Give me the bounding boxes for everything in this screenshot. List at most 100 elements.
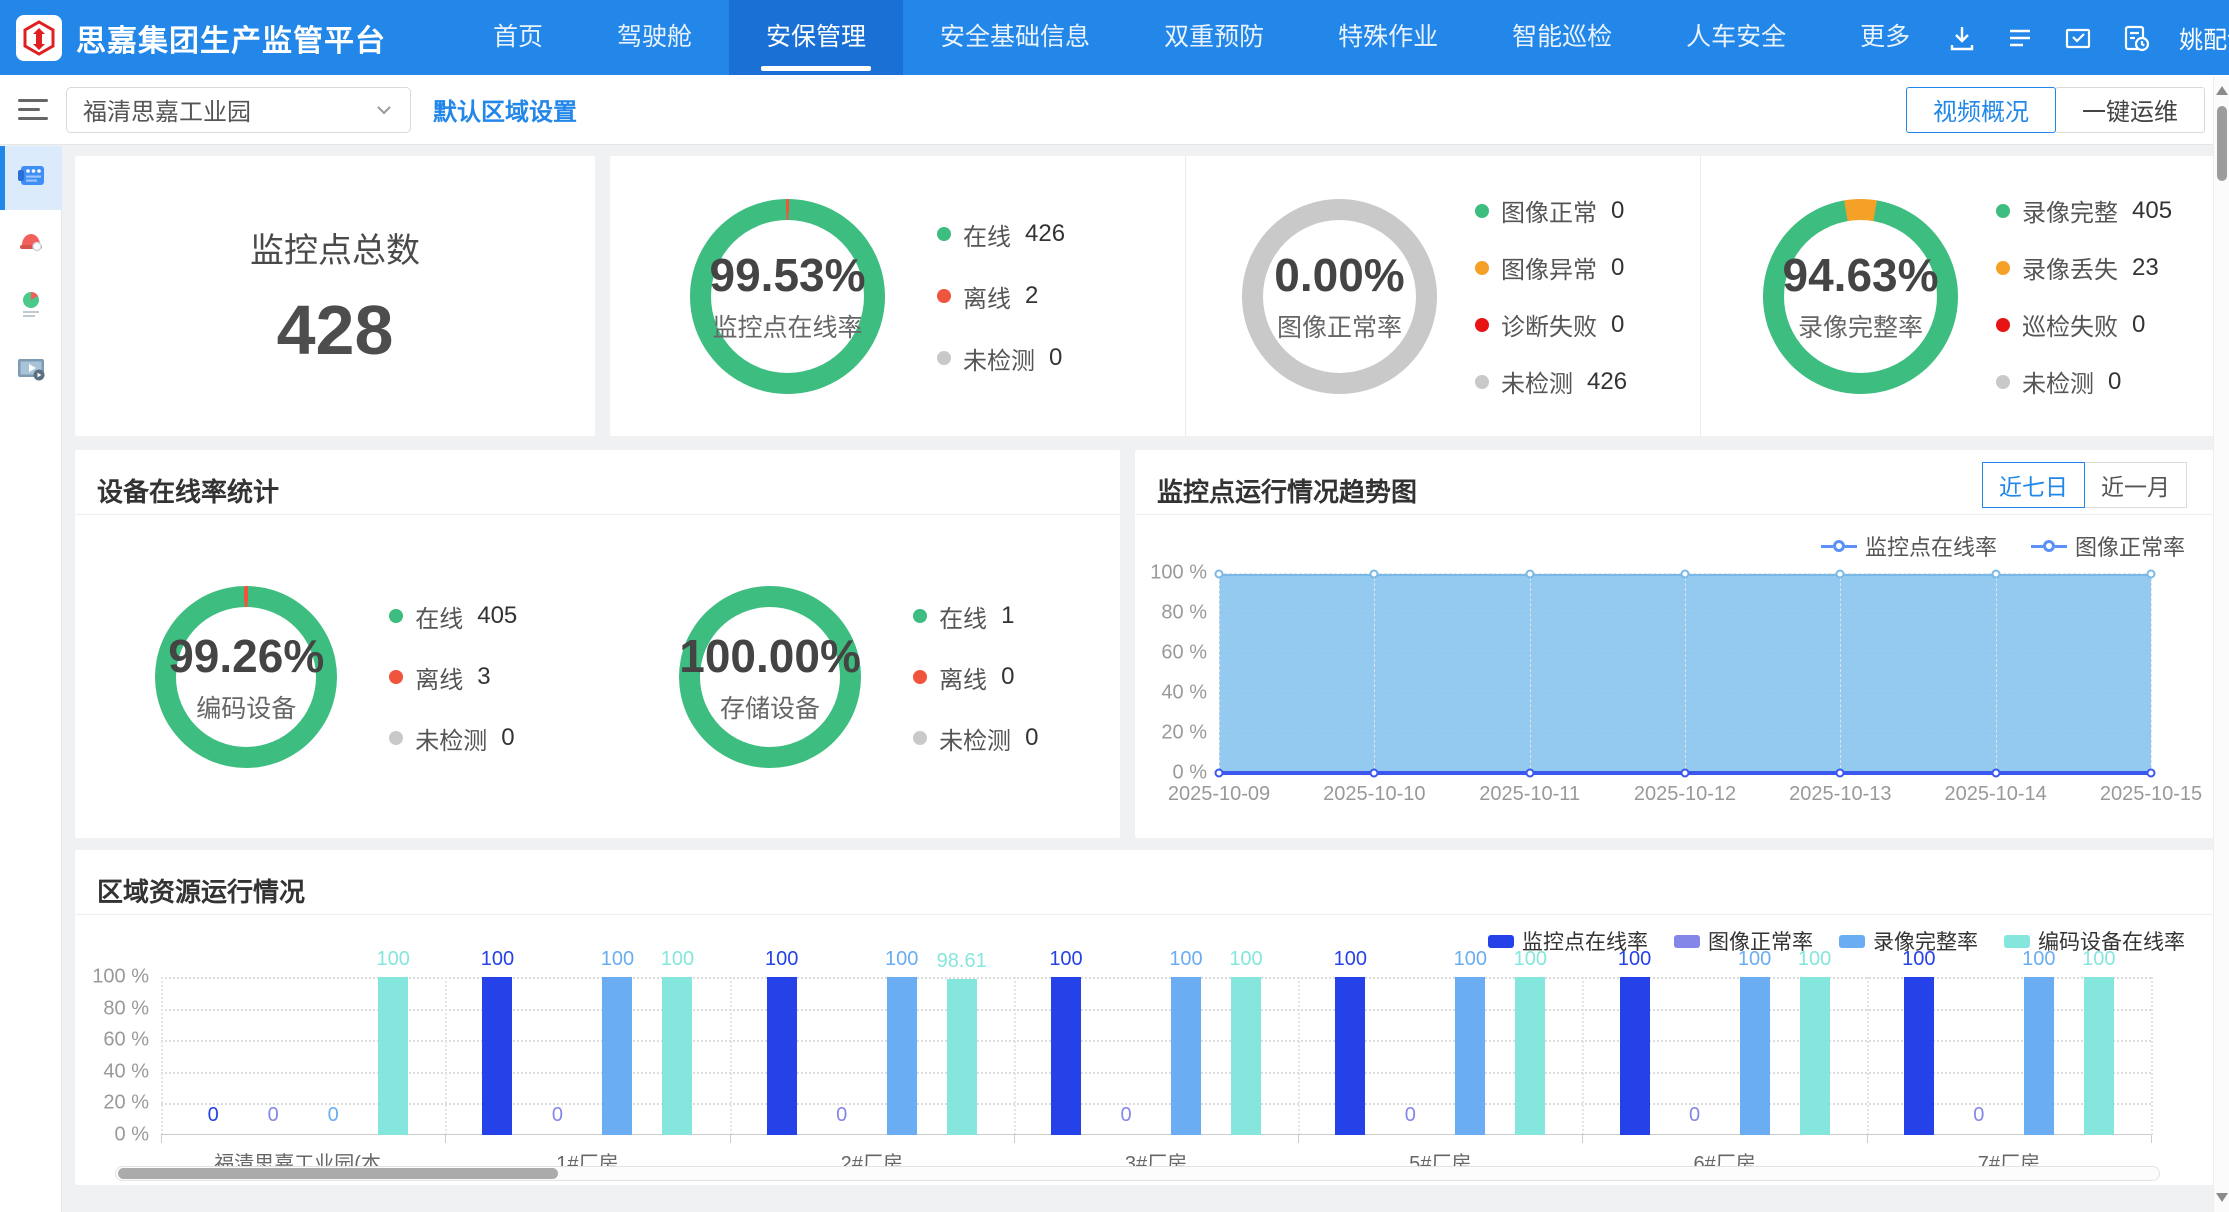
legend-dot-icon — [1475, 261, 1489, 275]
menu-lines-icon[interactable] — [2005, 23, 2035, 53]
legend-value: 2 — [1025, 282, 1038, 310]
legend-name: 图像异常 — [1501, 250, 1597, 285]
bar-1 — [1335, 977, 1365, 1135]
tab-last-month[interactable]: 近一月 — [2084, 462, 2187, 508]
image-rate-point — [1215, 769, 1224, 778]
online-rate-point — [1370, 569, 1379, 578]
nav-item[interactable]: 安全基础信息 — [903, 0, 1127, 75]
collapse-sidebar-icon[interactable] — [18, 93, 48, 126]
nav-item[interactable]: 人车安全 — [1649, 0, 1823, 75]
legend-dot-icon — [1996, 204, 2010, 218]
tab-last-7-days[interactable]: 近七日 — [1982, 462, 2085, 508]
y-axis-tick-label: 80 % — [1161, 602, 1219, 625]
vertical-scrollbar[interactable] — [2213, 76, 2229, 1212]
nav-item[interactable]: 安保管理 — [729, 0, 903, 75]
region-resource-panel: 区域资源运行情况 监控点在线率图像正常率录像完整率编码设备在线率 0 %20 %… — [75, 850, 2215, 1185]
nav-item[interactable]: 更多 — [1823, 0, 1947, 75]
region-select-value: 福清思嘉工业园 — [83, 92, 251, 127]
horizontal-scrollbar[interactable] — [115, 1166, 2160, 1181]
bar-value-label: 100 — [2022, 948, 2055, 971]
kpi-recording-rate-section: 94.63%录像完整率录像完整405录像丢失23巡检失败0未检测0 — [1700, 156, 2215, 436]
donut-percent: 0.00% — [1274, 248, 1404, 302]
y-axis-tick-label: 100 % — [1150, 562, 1219, 585]
legend-name: 图像正常 — [1501, 193, 1597, 228]
donut-legend: 在线426离线2未检测0 — [937, 217, 1065, 376]
x-gridline — [1298, 977, 1300, 1135]
legend-dot-icon — [389, 609, 403, 623]
nav-menu: 首页驾驶舱安保管理安全基础信息双重预防特殊作业智能巡检人车安全更多 — [456, 0, 1947, 75]
legend-value: 426 — [1587, 368, 1627, 396]
donut-label: 监控点在线率 — [712, 308, 862, 344]
bar-4 — [662, 977, 692, 1135]
mail-icon[interactable] — [2063, 23, 2093, 53]
nav-item[interactable]: 智能巡检 — [1475, 0, 1649, 75]
nav-item[interactable]: 驾驶舱 — [580, 0, 729, 75]
donut-percent: 94.63% — [1783, 248, 1939, 302]
sidebar-item-video-playback[interactable] — [0, 338, 62, 402]
panel-title: 区域资源运行情况 — [75, 850, 2215, 909]
bar-3 — [1171, 977, 1201, 1135]
trend-panel: 监控点运行情况趋势图 近七日近一月 监控点在线率图像正常率 0 %20 %40 … — [1135, 450, 2215, 838]
legend-dot-icon — [1996, 318, 2010, 332]
x-axis-tick — [1582, 1135, 1583, 1143]
nav-item[interactable]: 首页 — [456, 0, 580, 75]
scroll-down-arrow-icon[interactable] — [2216, 1193, 2228, 1202]
y-axis-tick-label: 20 % — [103, 1092, 161, 1115]
y-axis-tick-label: 40 % — [103, 1060, 161, 1083]
bar-1 — [1051, 977, 1081, 1135]
y-gridline — [161, 1103, 2151, 1105]
alarm-icon — [14, 223, 48, 262]
bar-value-label: 100 — [2082, 948, 2115, 971]
bar-4 — [2084, 977, 2114, 1135]
trend-legend-item[interactable]: 图像正常率 — [2031, 530, 2185, 562]
donut-label: 存储设备 — [720, 689, 820, 725]
donut-percent: 99.53% — [710, 248, 866, 302]
x-gridline — [730, 977, 732, 1135]
legend-dot-icon — [913, 609, 927, 623]
online-rate-point — [1525, 569, 1534, 578]
sidebar-item-alarm[interactable] — [0, 210, 62, 274]
y-axis-tick-label: 20 % — [1161, 722, 1219, 745]
download-icon[interactable] — [1947, 23, 1977, 53]
legend-value: 23 — [2132, 254, 2159, 282]
default-region-link[interactable]: 默认区域设置 — [433, 92, 577, 127]
donut-label: 编码设备 — [196, 689, 296, 725]
nav-item[interactable]: 双重预防 — [1127, 0, 1301, 75]
kpi-image-rate-section: 0.00%图像正常率图像正常0图像异常0诊断失败0未检测426 — [1185, 156, 1700, 436]
sidebar-item-report-pie[interactable] — [0, 274, 62, 338]
image-rate-point — [1525, 769, 1534, 778]
legend-value: 0 — [1611, 254, 1624, 282]
sidebar-item-video-wall[interactable] — [0, 146, 62, 210]
left-sidebar — [0, 146, 62, 1212]
legend-value: 405 — [2132, 197, 2172, 225]
legend-swatch-icon — [2004, 935, 2030, 948]
user-menu[interactable]: 姚配剑 — [2179, 20, 2229, 55]
legend-dot-icon — [913, 731, 927, 745]
device-online-panel: 设备在线率统计 99.26%编码设备在线405离线3未检测0 100.00%存储… — [75, 450, 1120, 838]
report-pie-icon — [14, 287, 48, 326]
video-overview-button[interactable]: 视频概况 — [1906, 87, 2056, 133]
task-clock-icon[interactable] — [2121, 23, 2151, 53]
donut-center: 100.00%存储设备 — [700, 607, 840, 747]
legend-name: 离线 — [939, 660, 987, 695]
image-rate-point — [1991, 769, 2000, 778]
legend-value: 0 — [501, 724, 514, 752]
nav-item[interactable]: 特殊作业 — [1301, 0, 1475, 75]
one-click-ops-button[interactable]: 一键运维 — [2055, 87, 2205, 133]
app-title: 思嘉集团生产监管平台 — [76, 16, 386, 60]
trend-legend-item[interactable]: 监控点在线率 — [1821, 530, 1997, 562]
bar-value-label: 100 — [1454, 948, 1487, 971]
legend-dot-icon — [1996, 375, 2010, 389]
legend-name: 录像完整 — [2022, 193, 2118, 228]
divider — [75, 514, 1120, 515]
legend-dot-icon — [937, 289, 951, 303]
horizontal-scrollbar-thumb[interactable] — [118, 1168, 558, 1179]
vertical-scrollbar-thumb[interactable] — [2217, 106, 2227, 181]
scroll-up-arrow-icon[interactable] — [2216, 86, 2228, 95]
region-select[interactable]: 福清思嘉工业园 — [66, 87, 411, 133]
kpi-card: 99.53%监控点在线率在线426离线2未检测0 0.00%图像正常率图像正常0… — [610, 156, 2215, 436]
bar-value-label: 0 — [1405, 1104, 1416, 1127]
legend-row: 在线405 — [389, 599, 517, 634]
toolbar: 福清思嘉工业园 默认区域设置 视频概况 一键运维 — [0, 75, 2229, 145]
x-gridline — [161, 977, 163, 1135]
